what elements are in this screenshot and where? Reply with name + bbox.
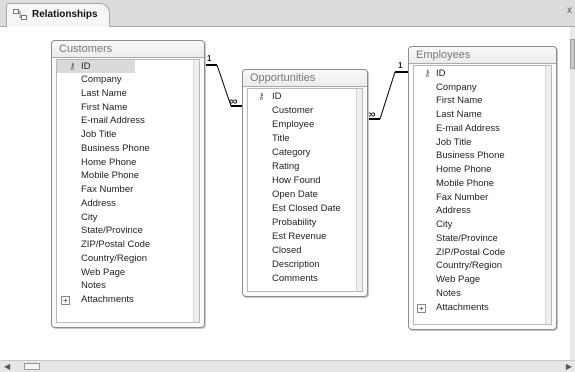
field-row[interactable]: City xyxy=(436,218,452,231)
horizontal-scrollbar[interactable]: ◀ ▶ xyxy=(0,360,575,372)
relationship-one-label: 1 xyxy=(207,54,212,63)
field-row[interactable]: Job Title xyxy=(436,136,471,149)
scroll-left-icon[interactable]: ◀ xyxy=(4,362,10,371)
field-row[interactable]: Closed xyxy=(272,244,302,257)
field-row[interactable]: E-mail Address xyxy=(436,122,500,135)
horizontal-scroll-thumb[interactable] xyxy=(24,363,40,370)
field-row[interactable]: Est Closed Date xyxy=(272,202,341,215)
field-row[interactable]: Attachments xyxy=(81,293,134,306)
field-row[interactable]: Probability xyxy=(272,216,316,229)
tab-relationships[interactable]: Relationships xyxy=(6,3,110,27)
field-row-pk[interactable]: ⚷ ID xyxy=(57,60,135,73)
relationship-many-label: ∞ xyxy=(367,107,376,121)
field-row[interactable]: Attachments xyxy=(436,301,489,314)
field-row[interactable]: ZIP/Postal Code xyxy=(81,238,150,251)
scroll-right-icon[interactable]: ▶ xyxy=(566,362,572,371)
relationship-many-label: ∞ xyxy=(229,94,238,108)
field-row[interactable]: Notes xyxy=(81,279,106,292)
relationship-one-label: 1 xyxy=(398,61,403,70)
key-icon: ⚷ xyxy=(424,68,431,78)
field-row[interactable]: Business Phone xyxy=(81,142,150,155)
table-opportunities[interactable]: Opportunities ⚷ ID Customer Employee Tit… xyxy=(242,69,368,297)
table-title[interactable]: Opportunities xyxy=(243,70,367,87)
field-row[interactable]: Fax Number xyxy=(436,191,488,204)
field-row-pk[interactable]: ⚷ ID xyxy=(248,90,308,103)
field-row[interactable]: Open Date xyxy=(272,188,318,201)
field-row[interactable]: Address xyxy=(81,197,116,210)
field-row[interactable]: State/Province xyxy=(81,224,143,237)
field-row[interactable]: Web Page xyxy=(81,266,125,279)
field-row[interactable]: First Name xyxy=(81,101,127,114)
field-list-scrollbar[interactable] xyxy=(193,60,199,322)
field-row[interactable]: Home Phone xyxy=(81,156,136,169)
field-row[interactable]: Country/Region xyxy=(81,252,147,265)
field-row[interactable]: Company xyxy=(436,81,477,94)
field-row[interactable]: Fax Number xyxy=(81,183,133,196)
field-row[interactable]: Web Page xyxy=(436,273,480,286)
vertical-scrollbar[interactable] xyxy=(570,27,575,360)
document-tab-strip: Relationships x xyxy=(0,0,575,27)
field-row[interactable]: Last Name xyxy=(81,87,127,100)
field-name: ID xyxy=(81,61,91,72)
field-row[interactable]: Country/Region xyxy=(436,259,502,272)
field-name: ID xyxy=(436,68,446,79)
field-row[interactable]: Title xyxy=(272,132,290,145)
table-title[interactable]: Employees xyxy=(409,47,556,64)
field-row[interactable]: City xyxy=(81,211,97,224)
plus-expander-icon[interactable]: + xyxy=(417,304,426,313)
field-row[interactable]: Mobile Phone xyxy=(436,177,494,190)
field-row[interactable]: Business Phone xyxy=(436,149,505,162)
field-list: ⚷ ID Company Last Name First Name E-mail… xyxy=(56,59,200,323)
field-row[interactable]: Category xyxy=(272,146,311,159)
field-name: ID xyxy=(272,91,282,102)
field-row[interactable]: State/Province xyxy=(436,232,498,245)
field-list-scrollbar[interactable] xyxy=(545,66,551,324)
field-list-scrollbar[interactable] xyxy=(356,89,362,291)
field-row[interactable]: How Found xyxy=(272,174,321,187)
field-row[interactable]: Company xyxy=(81,73,122,86)
table-customers[interactable]: Customers ⚷ ID Company Last Name First N… xyxy=(51,40,205,328)
field-row[interactable]: Notes xyxy=(436,287,461,300)
field-row[interactable]: First Name xyxy=(436,94,482,107)
field-row[interactable]: Customer xyxy=(272,104,313,117)
field-row[interactable]: Employee xyxy=(272,118,314,131)
field-row[interactable]: Description xyxy=(272,258,320,271)
tab-label: Relationships xyxy=(32,9,98,20)
field-row[interactable]: Home Phone xyxy=(436,163,491,176)
plus-expander-icon[interactable]: + xyxy=(61,296,70,305)
field-row[interactable]: E-mail Address xyxy=(81,114,145,127)
field-row[interactable]: Mobile Phone xyxy=(81,169,139,182)
field-row[interactable]: Job Title xyxy=(81,128,116,141)
close-icon[interactable]: x xyxy=(567,5,572,16)
field-list: ⚷ ID Company First Name Last Name E-mail… xyxy=(413,65,552,325)
table-employees[interactable]: Employees ⚷ ID Company First Name Last N… xyxy=(408,46,557,330)
field-row[interactable]: Comments xyxy=(272,272,318,285)
table-title[interactable]: Customers xyxy=(52,41,204,58)
relationships-icon xyxy=(13,9,27,20)
field-row[interactable]: Rating xyxy=(272,160,299,173)
field-row[interactable]: Address xyxy=(436,204,471,217)
field-row-pk[interactable]: ⚷ ID xyxy=(414,67,474,80)
field-list: ⚷ ID Customer Employee Title Category Ra… xyxy=(247,88,363,292)
key-icon: ⚷ xyxy=(69,61,76,71)
vertical-scroll-thumb[interactable] xyxy=(570,39,575,69)
field-row[interactable]: Est Revenue xyxy=(272,230,326,243)
field-row[interactable]: Last Name xyxy=(436,108,482,121)
key-icon: ⚷ xyxy=(258,91,265,101)
field-row[interactable]: ZIP/Postal Code xyxy=(436,246,505,259)
